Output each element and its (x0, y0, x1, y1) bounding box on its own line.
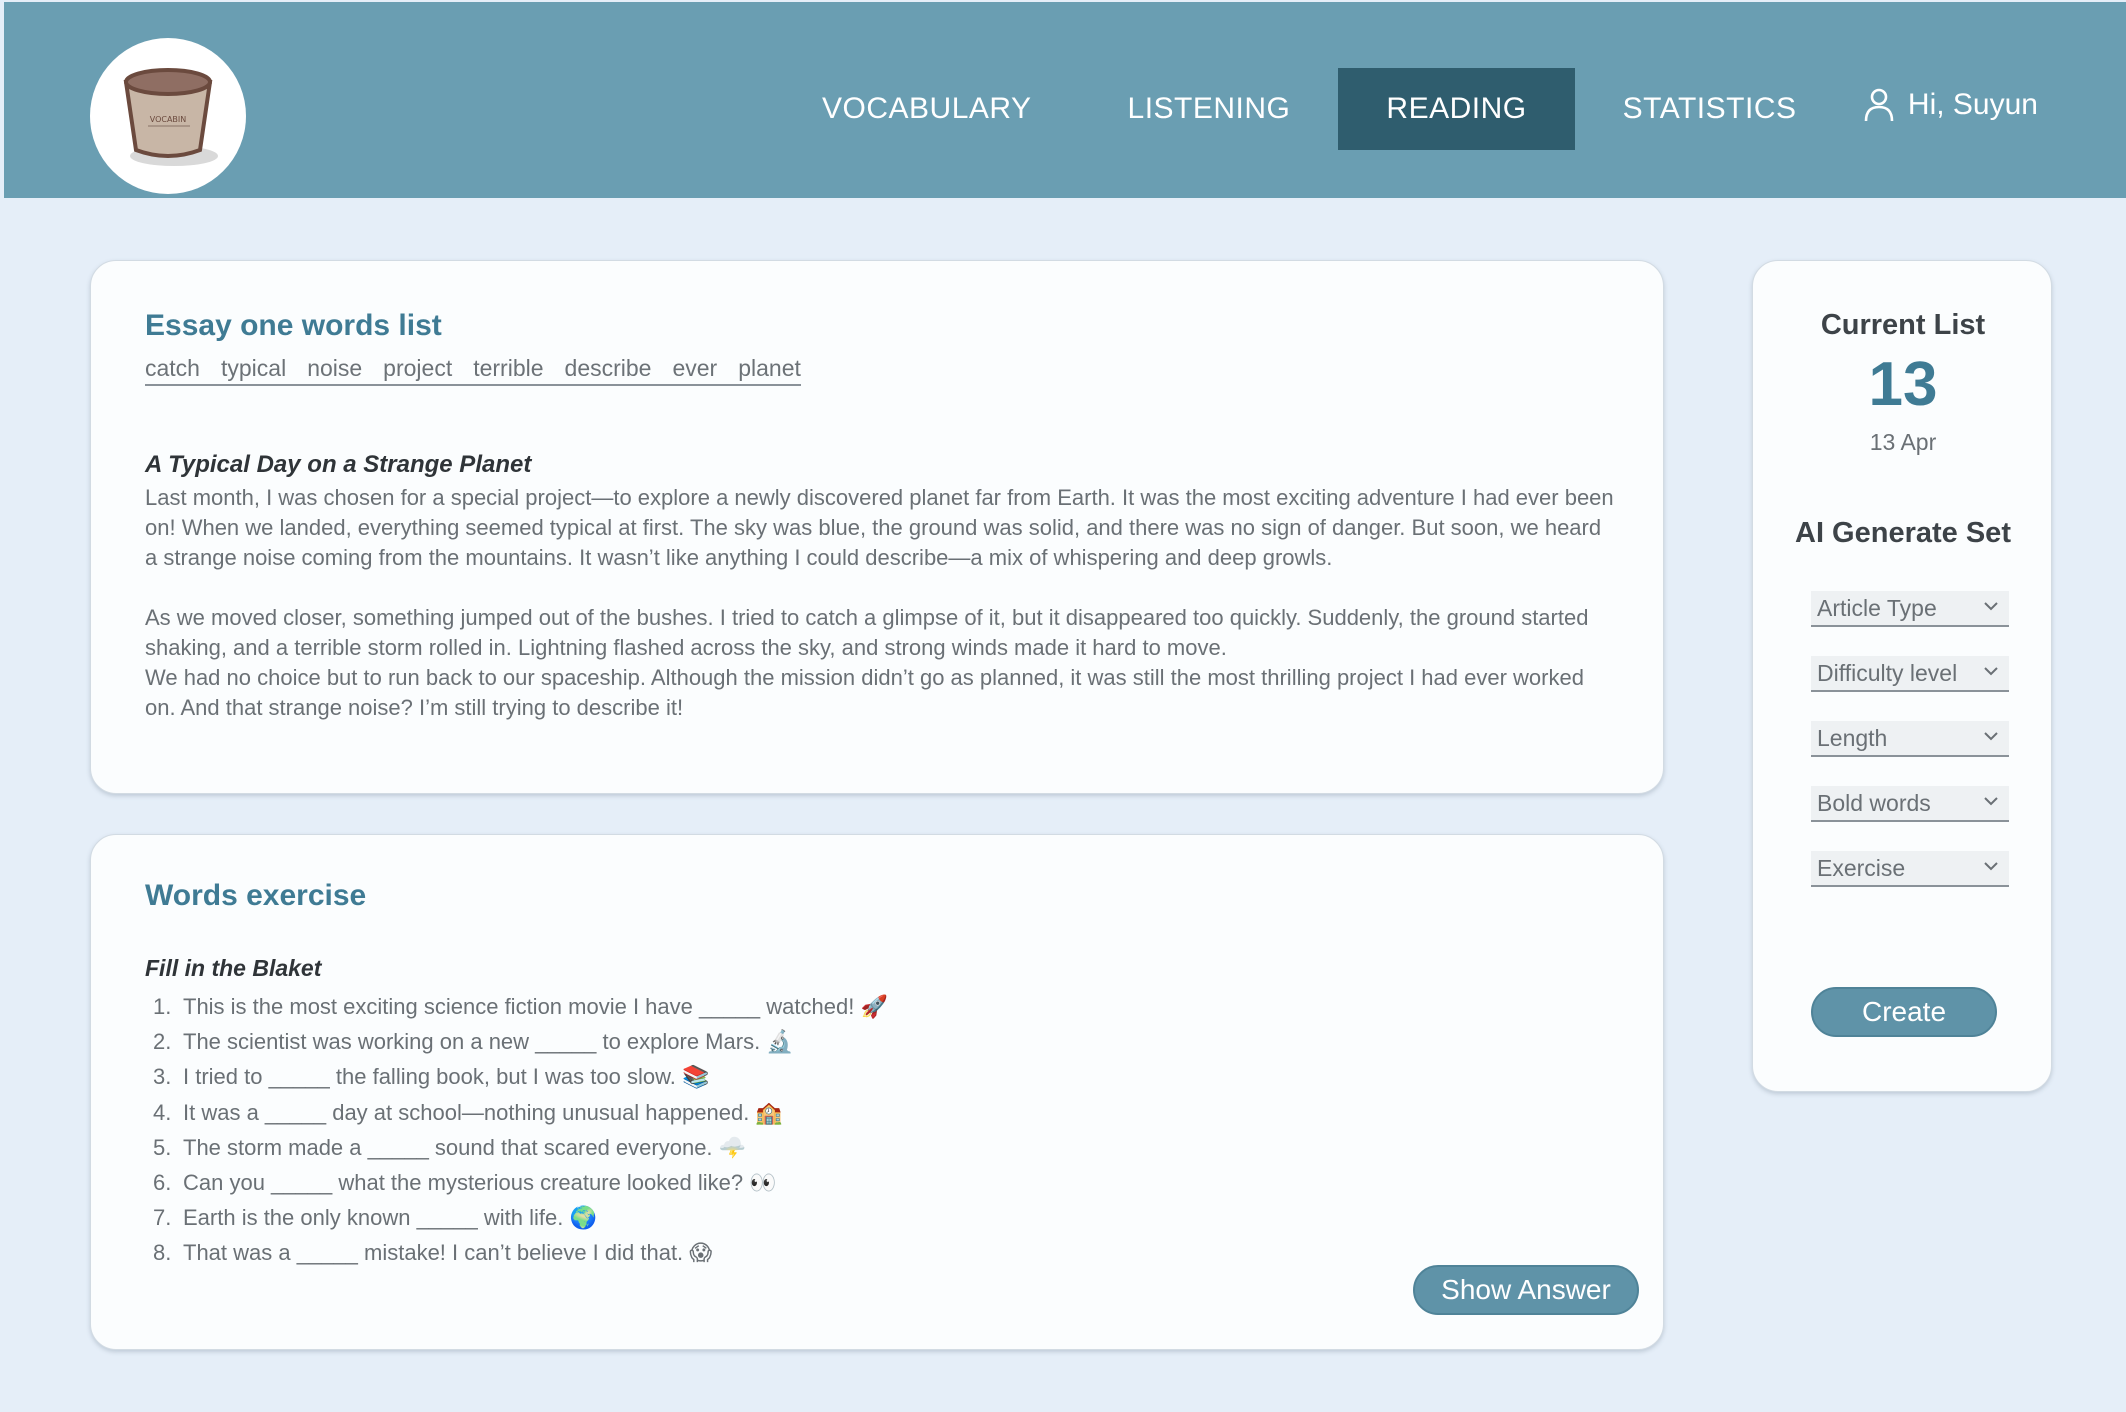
user-menu[interactable]: Hi, Suyun (1864, 88, 2038, 122)
exercise-item: 7. Earth is the only known _____ with lif… (153, 1205, 597, 1231)
create-button[interactable]: Create (1811, 987, 1997, 1037)
article-paragraph: Last month, I was chosen for a special p… (145, 485, 1614, 570)
exercise-item: 8. That was a _____ mistake! I can’t beli… (153, 1240, 713, 1266)
ai-generate-title: AI Generate Set (1795, 517, 2011, 549)
sidebar-card: Current List 13 13 Apr AI Generate Set A… (1752, 260, 2052, 1092)
article-title: A Typical Day on a Strange Planet (145, 451, 532, 478)
exercise-list: 1. This is the most exciting science fict… (153, 989, 888, 1271)
article-paragraph: We had no choice but to run back to our … (145, 665, 1584, 720)
word-item[interactable]: terrible (473, 355, 543, 382)
word-item[interactable]: noise (307, 355, 362, 382)
length-select[interactable]: Length (1811, 721, 2009, 757)
exercise-card-title: Words exercise (145, 879, 367, 912)
nav-reading[interactable]: READING (1338, 68, 1575, 150)
main-nav: VOCABULARY LISTENING READING STATISTICS (774, 68, 1845, 150)
word-item[interactable]: ever (672, 355, 717, 382)
article-body: Last month, I was chosen for a special p… (145, 483, 1615, 723)
user-greeting: Hi, Suyun (1907, 88, 2038, 121)
show-answer-button[interactable]: Show Answer (1413, 1265, 1639, 1315)
exercise-item: 2. The scientist was working on a new ___… (153, 1029, 794, 1055)
nav-vocabulary[interactable]: VOCABULARY (774, 68, 1080, 150)
exercise-heading: Fill in the Blaket (145, 955, 322, 981)
difficulty-level-select[interactable]: Difficulty level (1811, 656, 2009, 692)
current-list-title: Current List (1820, 309, 1986, 341)
nav-statistics[interactable]: STATISTICS (1575, 68, 1845, 150)
top-header: VOCABIN VOCABULARY LISTENING READING STA… (4, 2, 2126, 198)
article-type-select[interactable]: Article Type (1811, 591, 2009, 627)
article-paragraph: As we moved closer, something jumped out… (145, 605, 1589, 660)
word-item[interactable]: describe (565, 355, 652, 382)
current-list-count: 13 (1868, 350, 1938, 419)
exercise-item: 5. The storm made a _____ sound that scar… (153, 1134, 747, 1160)
word-list: catch typical noise project terrible des… (145, 355, 801, 386)
word-item[interactable]: catch (145, 355, 200, 382)
word-item[interactable]: typical (221, 355, 286, 382)
word-item[interactable]: project (383, 355, 452, 382)
nav-listening[interactable]: LISTENING (1080, 68, 1339, 150)
user-icon (1864, 88, 1894, 122)
chevron-down-icon (1984, 862, 1998, 871)
bucket-logo-icon: VOCABIN (123, 68, 218, 166)
word-item[interactable]: planet (738, 355, 801, 382)
essay-card: Essay one words list catch typical noise… (90, 260, 1664, 794)
app-logo[interactable]: VOCABIN (90, 38, 246, 194)
current-list-date: 13 Apr (1869, 429, 1937, 455)
exercise-item: 3. I tried to _____ the falling book, but… (153, 1064, 710, 1090)
svg-text:VOCABIN: VOCABIN (150, 115, 187, 124)
chevron-down-icon (1984, 732, 1998, 741)
bold-words-select[interactable]: Bold words (1811, 786, 2009, 822)
chevron-down-icon (1984, 667, 1998, 676)
chevron-down-icon (1984, 602, 1998, 611)
exercise-card: Words exercise Fill in the Blaket 1. This… (90, 834, 1664, 1350)
exercise-select[interactable]: Exercise (1811, 851, 2009, 887)
essay-card-title: Essay one words list (145, 309, 442, 342)
exercise-item: 4. It was a _____ day at school—nothing u… (153, 1099, 783, 1125)
exercise-item: 1. This is the most exciting science fict… (153, 994, 888, 1019)
exercise-item: 6. Can you _____ what the mysterious crea… (153, 1170, 777, 1196)
chevron-down-icon (1984, 797, 1998, 806)
